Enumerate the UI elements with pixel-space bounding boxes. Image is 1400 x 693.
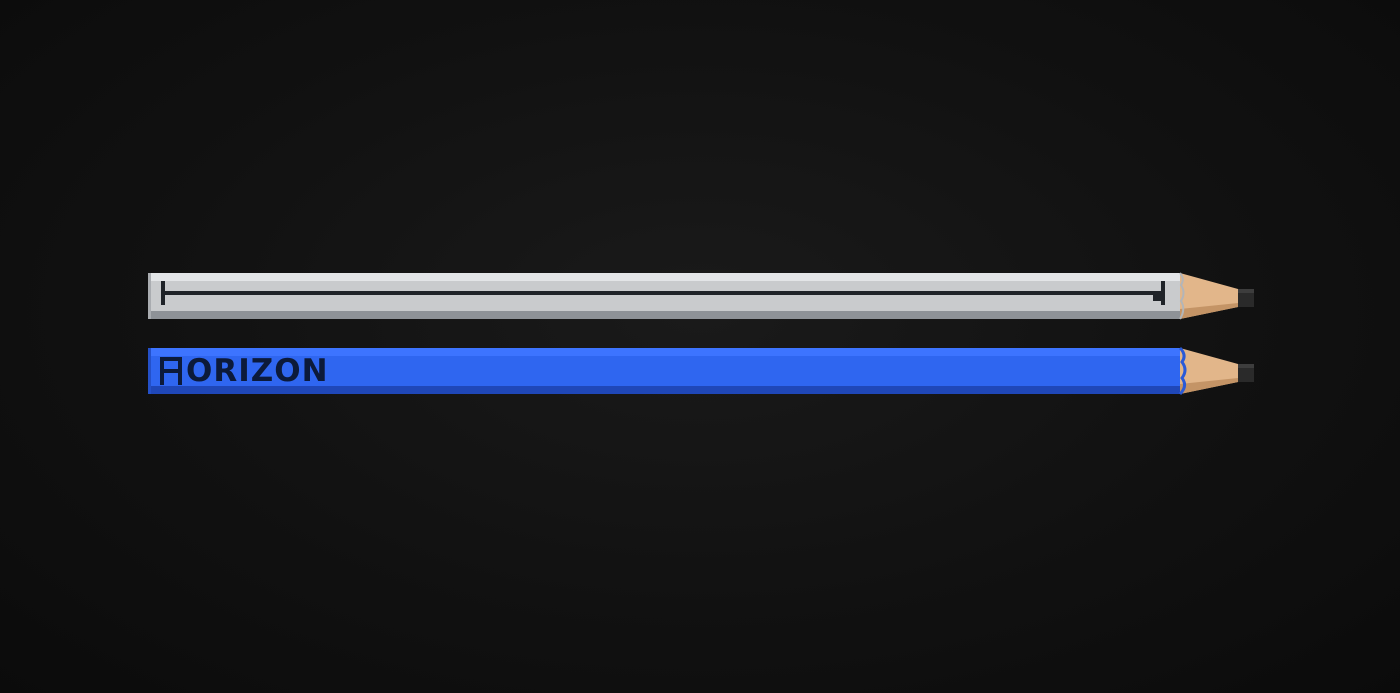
horizon-wordmark: ORIZON: [186, 353, 329, 389]
blue-pencil: ORIZON: [148, 346, 1258, 396]
grey-pencil-graphic: [148, 272, 1254, 320]
product-scene: ORIZON: [0, 0, 1400, 693]
grey-pencil-shade: [148, 311, 1180, 319]
blue-pencil-end: [148, 348, 151, 394]
grey-pencil-highlight: [148, 273, 1180, 281]
grey-pencil: [148, 271, 1258, 321]
grey-pencil-end: [148, 273, 151, 319]
